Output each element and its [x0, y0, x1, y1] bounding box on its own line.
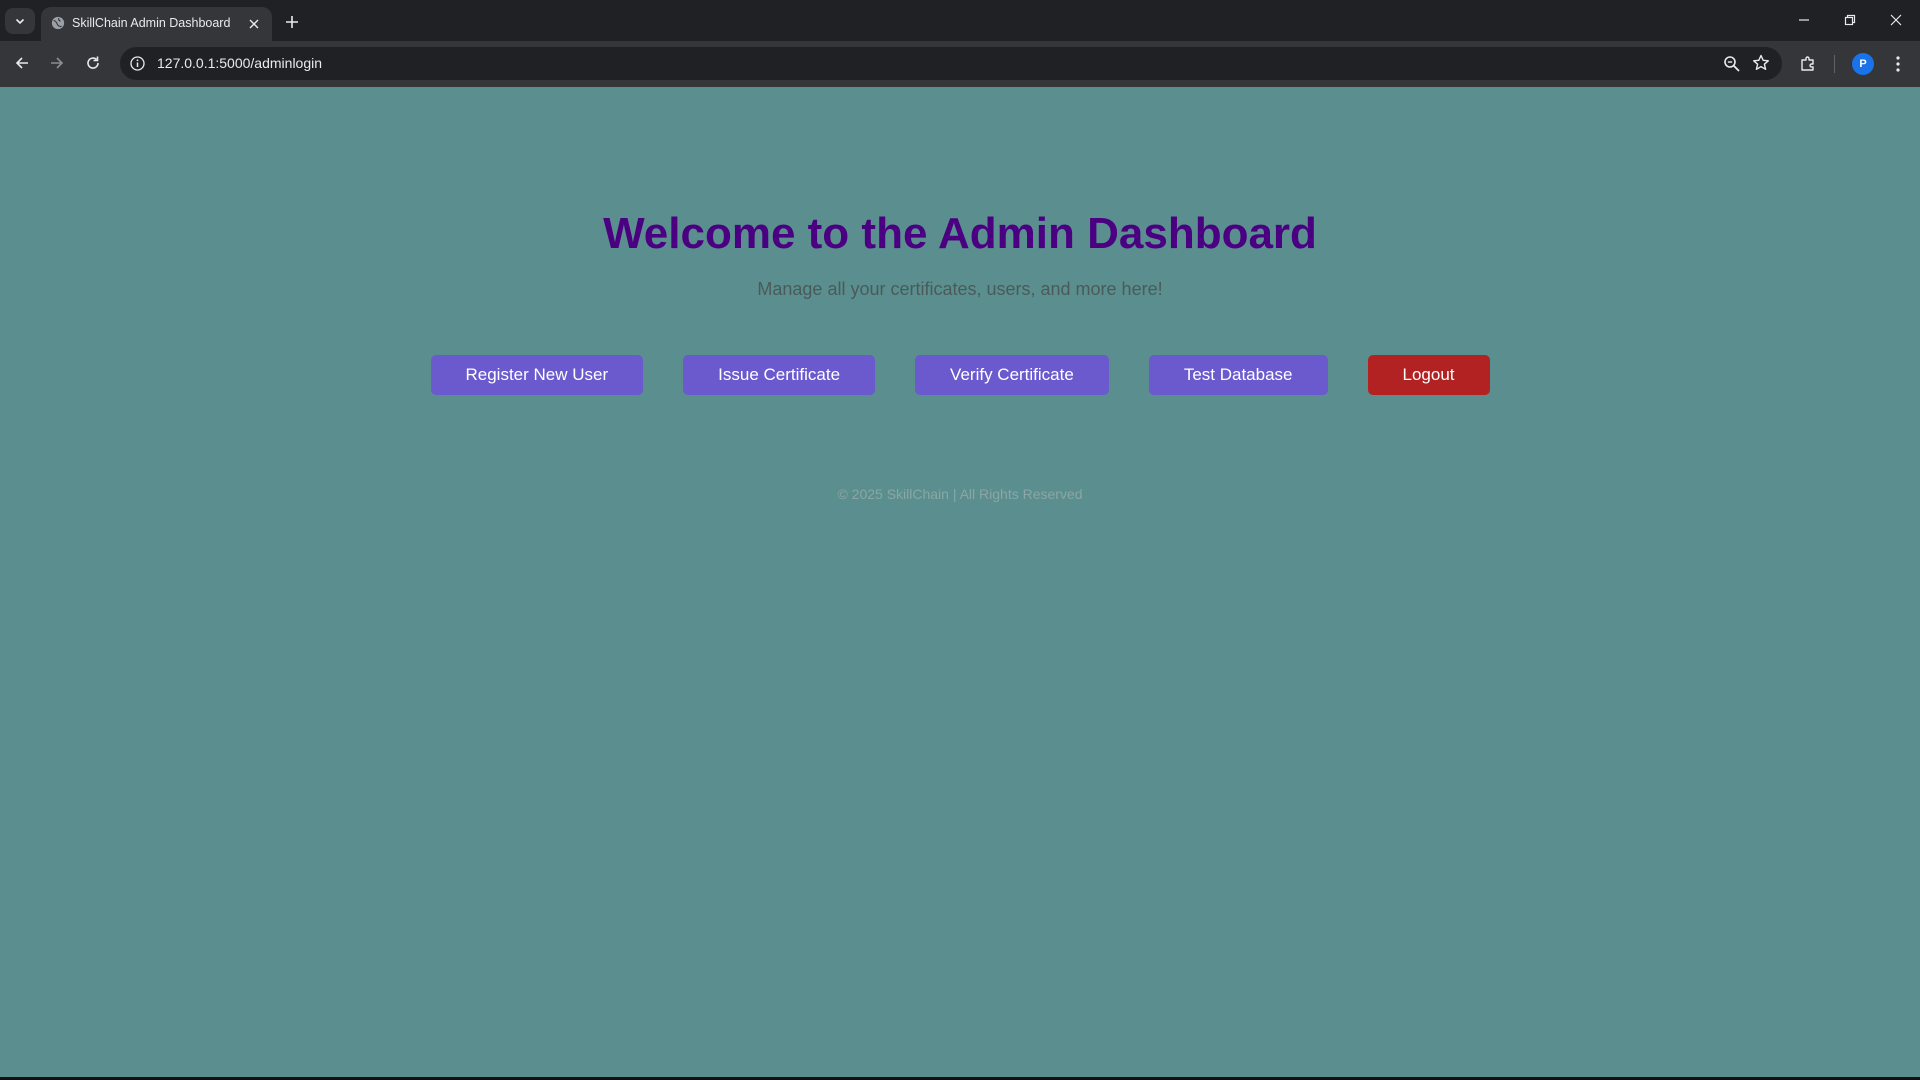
active-tab[interactable]: SkillChain Admin Dashboard	[41, 7, 272, 41]
close-icon	[1890, 14, 1902, 26]
browser-menu-button[interactable]	[1887, 53, 1909, 75]
globe-icon	[51, 16, 65, 30]
minimize-icon	[1799, 19, 1809, 21]
minimize-button[interactable]	[1781, 6, 1827, 34]
reload-icon	[87, 56, 99, 69]
zoom-icon[interactable]	[1722, 54, 1742, 74]
verify-certificate-button[interactable]: Verify Certificate	[915, 355, 1109, 395]
reload-button[interactable]	[78, 48, 108, 78]
page-footer: © 2025 SkillChain | All Rights Reserved	[837, 486, 1083, 502]
page-subtitle: Manage all your certificates, users, and…	[757, 279, 1163, 299]
profile-avatar[interactable]: P	[1852, 53, 1874, 75]
restore-icon	[1844, 14, 1856, 26]
address-bar[interactable]: 127.0.0.1:5000/adminlogin	[120, 47, 1782, 80]
tab-title: SkillChain Admin Dashboard	[72, 16, 231, 30]
page-viewport: Welcome to the Admin Dashboard Manage al…	[0, 87, 1920, 1077]
register-new-user-button[interactable]: Register New User	[430, 355, 644, 395]
test-database-button[interactable]: Test Database	[1148, 355, 1328, 395]
plus-icon	[286, 16, 298, 28]
arrow-left-icon	[15, 57, 28, 69]
page-title: Welcome to the Admin Dashboard	[603, 209, 1317, 258]
site-info-icon[interactable]	[129, 55, 146, 72]
bookmark-star-icon[interactable]	[1751, 53, 1771, 73]
forward-button[interactable]	[42, 48, 72, 78]
logout-button[interactable]: Logout	[1367, 355, 1490, 395]
issue-certificate-button[interactable]: Issue Certificate	[683, 355, 876, 395]
extensions-button[interactable]	[1797, 53, 1819, 75]
puzzle-icon	[1801, 56, 1814, 71]
close-tab-icon[interactable]	[244, 14, 264, 34]
arrow-right-icon	[51, 57, 64, 69]
browser-toolbar: 127.0.0.1:5000/adminlogin P	[0, 41, 1920, 87]
restore-button[interactable]	[1827, 6, 1873, 34]
tab-strip: SkillChain Admin Dashboard	[0, 0, 1920, 41]
toolbar-divider	[1834, 55, 1835, 73]
action-buttons: Register New User Issue Certificate Veri…	[0, 355, 1920, 395]
new-tab-button[interactable]	[279, 9, 305, 35]
chevron-down-icon	[15, 18, 25, 25]
close-window-button[interactable]	[1873, 6, 1919, 34]
more-vert-icon	[1896, 56, 1900, 72]
url-text: 127.0.0.1:5000/adminlogin	[157, 55, 323, 71]
back-button[interactable]	[7, 48, 37, 78]
tab-search-button[interactable]	[5, 8, 35, 34]
